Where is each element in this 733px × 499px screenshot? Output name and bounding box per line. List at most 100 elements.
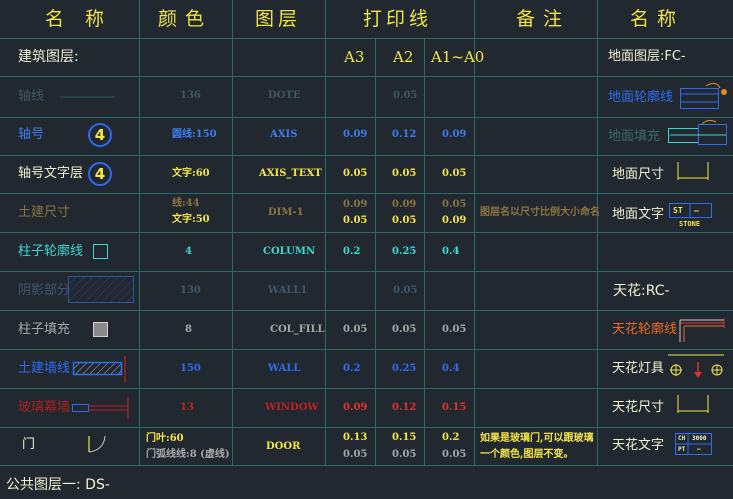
door-swing-icon: [88, 435, 106, 453]
row-a1-civil-dim-2: 0.09: [442, 215, 467, 226]
floor-dim-label: 地面尺寸: [612, 167, 665, 182]
section-title-floor: 地面图层:FC-: [608, 49, 686, 64]
header-layer: 图层: [255, 8, 302, 30]
row-name-glass-curtain: 玻璃幕墙: [18, 400, 71, 415]
row-name-axis-text: 轴号文字层: [18, 166, 84, 181]
floor-fill-label: 地面填充: [608, 129, 661, 144]
row-name-civil-dim: 土建尺寸: [18, 205, 71, 220]
row-name-axis-number: 轴号: [18, 127, 45, 142]
row-a2-shadow: 0.05: [393, 285, 418, 296]
floor-text-caption: STONE: [679, 220, 701, 228]
row-a2-axis-line: 0.05: [393, 90, 418, 101]
ceiling-text-label: 天花文字: [612, 438, 665, 453]
shadow-hatch-sample: [68, 276, 134, 303]
footer-public-layer: 公共图层一: DS-: [6, 477, 110, 493]
ceiling-text-tag-4: —: [697, 446, 701, 453]
civil-wall-sample: [72, 356, 126, 382]
axis-number-badge: 4: [88, 123, 112, 147]
row-layer-glass-curtain: WINDOW: [265, 402, 319, 413]
floor-text-label: 地面文字: [612, 207, 665, 222]
row-a3-civil-dim-2: 0.05: [343, 215, 368, 226]
header-print-line: 打印线: [363, 8, 433, 30]
axis-text-badge: 4: [88, 162, 112, 186]
ceiling-outline-symbol: [679, 318, 725, 342]
row-layer-column-outline: COLUMN: [263, 246, 316, 257]
row-a2-column-fill: 0.05: [392, 324, 417, 335]
size-a1-a0: A1~A0: [431, 48, 485, 66]
row-a3-axis-text: 0.05: [343, 168, 368, 179]
ceiling-dim-symbol: [677, 395, 709, 413]
row-color-axis-text: 文字:60: [172, 168, 210, 179]
row-layer-door: DOOR: [266, 441, 301, 452]
row-name-civil-wall: 土建墙线: [18, 361, 71, 376]
row-a3-door-2: 0.05: [343, 449, 368, 460]
row-color-civil-wall: 150: [180, 363, 201, 374]
row-a2-civil-dim-2: 0.05: [392, 215, 417, 226]
row-color-axis-line: 136: [180, 90, 201, 101]
row-name-axis-line: 轴线: [18, 89, 45, 104]
header-name-right: 名 称: [630, 8, 678, 30]
size-a3: A3: [344, 48, 365, 66]
floor-text-tag-1: ST: [673, 206, 683, 215]
row-color-door-arc: 门弧线线:8 (虚线): [146, 449, 230, 460]
row-a1-axis-text: 0.05: [442, 168, 467, 179]
row-note-civil-dim: 图层名以尺寸比例大小命名: [480, 207, 600, 218]
row-color-civil-dim-line: 线:44: [172, 198, 200, 209]
column-fill-square-icon: [93, 322, 108, 337]
row-a2-door-1: 0.15: [392, 432, 417, 443]
row-color-civil-dim-text: 文字:50: [172, 214, 210, 225]
row-layer-column-fill: COL_FILL: [270, 324, 325, 335]
row-name-door: 门: [22, 437, 36, 452]
floor-dim-symbol: [677, 162, 709, 180]
row-a1-axis-number: 0.09: [442, 129, 467, 140]
row-a1-column-outline: 0.4: [442, 246, 460, 257]
ceiling-lamp-symbols: [668, 354, 724, 378]
ceiling-lamp-label: 天花灯具: [612, 361, 665, 376]
header-name-left: 名 称: [45, 8, 106, 30]
ceiling-text-tag-2: 3000: [692, 435, 707, 442]
row-note-door-2: 一个颜色,图层不变。: [480, 449, 574, 460]
row-a1-door-2: 0.05: [442, 449, 467, 460]
column-outline-square-icon: [93, 244, 108, 259]
row-a2-glass-curtain: 0.12: [392, 402, 417, 413]
row-layer-axis-line: DOTE: [268, 90, 301, 101]
row-a1-door-1: 0.2: [442, 432, 460, 443]
floor-outline-symbol: [680, 82, 727, 109]
row-color-door-leaf: 门叶:60: [146, 433, 184, 444]
row-a1-civil-dim-1: 0.05: [442, 199, 467, 210]
row-color-axis-number: 圆线:150: [172, 129, 217, 140]
row-color-shadow: 130: [180, 285, 201, 296]
row-color-column-outline: 4: [185, 246, 192, 257]
row-a3-civil-dim-1: 0.09: [343, 199, 368, 210]
row-layer-axis-text: AXIS_TEXT: [259, 168, 322, 179]
row-layer-shadow: WALL1: [268, 285, 308, 296]
row-a3-civil-wall: 0.2: [343, 363, 361, 374]
row-layer-civil-dim: DIM-1: [268, 207, 304, 218]
row-a2-civil-wall: 0.25: [392, 363, 417, 374]
glass-curtain-sample: [72, 397, 129, 419]
row-name-column-fill: 柱子填充: [18, 322, 71, 337]
row-a1-glass-curtain: 0.15: [442, 402, 467, 413]
floor-fill-symbol: [668, 119, 727, 145]
row-a2-civil-dim-1: 0.09: [392, 199, 417, 210]
row-name-column-outline: 柱子轮廓线: [18, 244, 84, 259]
ceiling-outline-label: 天花轮廓线: [612, 322, 678, 337]
row-a3-axis-number: 0.09: [343, 129, 368, 140]
row-a2-axis-text: 0.05: [392, 168, 417, 179]
table-grid: [0, 0, 733, 466]
row-name-shadow: 阴影部分: [18, 283, 71, 298]
row-color-glass-curtain: 13: [180, 402, 194, 413]
ceiling-section-title: 天花:RC-: [613, 283, 670, 299]
row-a2-column-outline: 0.25: [392, 246, 417, 257]
row-a2-axis-number: 0.12: [392, 129, 417, 140]
floor-text-tag-2: —: [694, 206, 699, 215]
axis-line-sample: [60, 96, 115, 98]
floor-outline-label: 地面轮廓线: [608, 90, 674, 105]
size-a2: A2: [393, 48, 414, 66]
ceiling-text-tag-1: CH: [678, 435, 686, 442]
ceiling-dim-label: 天花尺寸: [612, 400, 665, 415]
row-layer-civil-wall: WALL: [268, 363, 301, 374]
row-a3-door-1: 0.13: [343, 432, 368, 443]
row-color-column-fill: 8: [185, 324, 192, 335]
header-note: 备 注: [516, 8, 564, 30]
